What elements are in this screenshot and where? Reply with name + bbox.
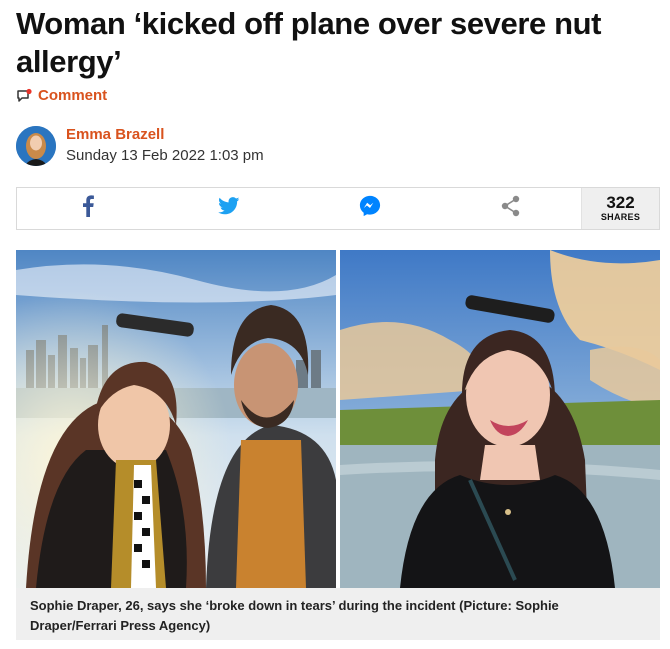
share-count-number: 322 — [606, 193, 635, 212]
share-count: 322 SHARES — [581, 188, 659, 229]
messenger-icon — [359, 195, 381, 222]
publish-date: Sunday 13 Feb 2022 1:03 pm — [66, 147, 264, 164]
facebook-icon — [82, 195, 94, 222]
twitter-share-button[interactable] — [158, 188, 299, 229]
article-image — [16, 250, 660, 588]
comment-icon — [16, 88, 32, 104]
author-name[interactable]: Emma Brazell — [66, 125, 264, 145]
photo-couple-selfie — [16, 250, 336, 588]
image-caption: Sophie Draper, 26, says she ‘broke down … — [16, 588, 660, 640]
byline: Emma Brazell Sunday 13 Feb 2022 1:03 pm — [16, 125, 264, 167]
author-avatar[interactable] — [16, 126, 56, 166]
facebook-share-button[interactable] — [17, 188, 158, 229]
share-count-label: SHARES — [600, 212, 641, 222]
article-headline: Woman ‘kicked off plane over severe nut … — [16, 6, 602, 79]
generic-share-button[interactable] — [440, 188, 581, 229]
share-bar: 322 SHARES — [16, 187, 660, 230]
messenger-share-button[interactable] — [299, 188, 440, 229]
twitter-icon — [217, 197, 240, 220]
photo-sophie-portrait — [340, 250, 660, 588]
share-icon — [501, 195, 521, 222]
comment-label: Comment — [38, 87, 108, 104]
comment-link[interactable]: Comment — [16, 87, 107, 104]
